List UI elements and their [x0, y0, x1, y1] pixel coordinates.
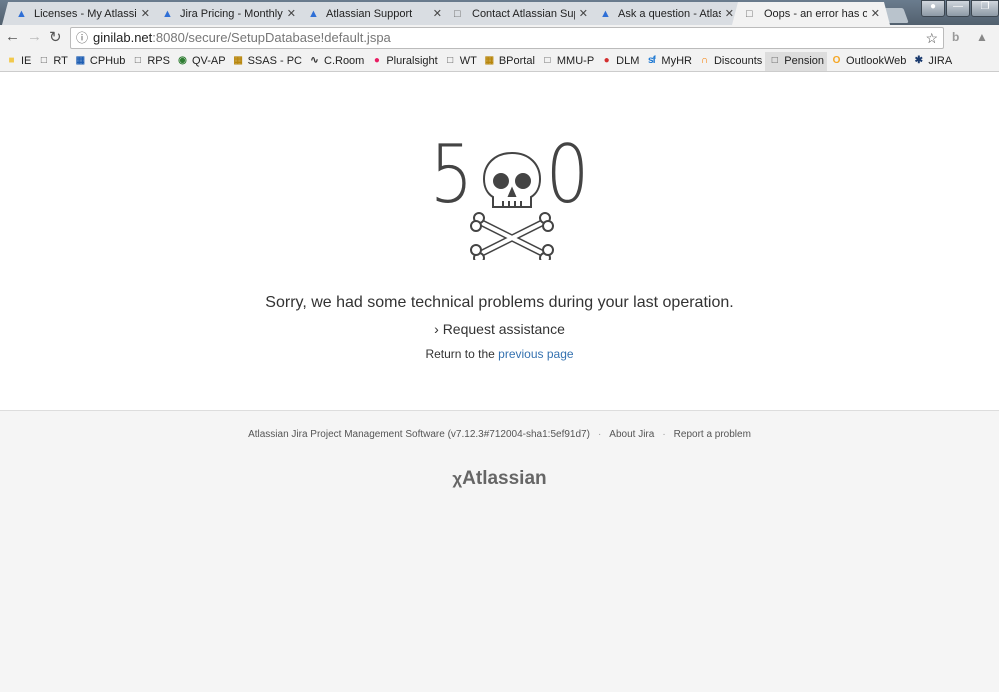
close-tab-icon[interactable]: ✕ — [871, 7, 880, 20]
info-icon[interactable]: ⓘ — [76, 28, 88, 48]
jira-icon: ✱ — [914, 55, 923, 66]
extension-icon[interactable]: b — [952, 30, 959, 44]
bookmark-item[interactable]: ∿ C.Room — [305, 52, 367, 71]
outlook-icon: O — [832, 55, 841, 66]
previous-page-link[interactable]: previous page — [498, 347, 573, 361]
error-500-graphic: 5 0 — [430, 135, 600, 260]
bookmark-item[interactable]: □ MMU-P — [538, 52, 597, 71]
minimize-button[interactable]: — — [946, 0, 970, 17]
browser-tab[interactable]: ▲Licenses - My Atlassian✕ — [2, 2, 160, 25]
about-jira-link[interactable]: About Jira — [609, 429, 654, 440]
qlik-icon: ◉ — [178, 55, 187, 66]
user-icon[interactable]: ● — [921, 0, 945, 17]
close-tab-icon[interactable]: ✕ — [287, 7, 296, 20]
bookmark-item[interactable]: ▦ CPHub — [71, 52, 128, 71]
bookmark-item[interactable]: O OutlookWeb — [827, 52, 909, 71]
skull-crossbones-icon — [470, 151, 554, 260]
reload-button[interactable]: ↻ — [49, 28, 62, 46]
back-button[interactable]: ← — [5, 28, 20, 45]
browser-tab[interactable]: ▲Jira Pricing - Monthly and Annual✕ — [148, 2, 306, 25]
atlassian-icon: ▲ — [16, 7, 27, 20]
bookmark-item[interactable]: ■ IE — [2, 52, 34, 71]
dlm-icon: ● — [603, 55, 610, 66]
report-problem-link[interactable]: Report a problem — [674, 429, 751, 440]
ssas-icon: ▦ — [233, 55, 242, 66]
cphub-icon: ▦ — [75, 55, 85, 66]
browser-tab[interactable]: □Oops - an error has occurred✕ — [732, 2, 890, 25]
error-message: Sorry, we had some technical problems du… — [265, 294, 734, 311]
browser-toolbar: ← → ↻ ⓘ ginilab.net:8080/secure/SetupDat… — [0, 25, 999, 51]
bookmark-item[interactable]: □ RT — [34, 52, 70, 71]
bookmark-item[interactable]: □ RPS — [128, 52, 173, 71]
page-icon: □ — [40, 55, 47, 66]
bookmark-item[interactable]: ● Pluralsight — [367, 52, 440, 71]
page-icon: □ — [447, 55, 453, 66]
atlassian-icon: ▲ — [600, 7, 611, 20]
bookmark-item[interactable]: ● DLM — [597, 52, 642, 71]
close-tab-icon[interactable]: ✕ — [579, 7, 588, 20]
bookmark-item[interactable]: ◉ QV-AP — [173, 52, 229, 71]
close-tab-icon[interactable]: ✕ — [433, 7, 442, 20]
salesforce-icon: sf — [647, 55, 656, 66]
close-tab-icon[interactable]: ✕ — [141, 7, 150, 20]
footer: Atlassian Jira Project Management Softwa… — [248, 429, 751, 440]
folder-icon: ■ — [8, 55, 14, 66]
page-icon: □ — [544, 55, 550, 66]
bookmark-item[interactable]: ∩ Discounts — [695, 52, 765, 71]
bookmark-item[interactable]: ▦ BPortal — [480, 52, 538, 71]
discounts-icon: ∩ — [700, 55, 708, 66]
star-icon[interactable]: ☆ — [925, 28, 938, 48]
page-icon: □ — [454, 7, 461, 20]
bookmark-item[interactable]: ▦ SSAS - PC — [229, 52, 305, 71]
atlassian-icon: ▲ — [308, 7, 319, 20]
browser-tab[interactable]: ▲Ask a question - Atlassian✕ — [586, 2, 744, 25]
bookmarks-bar: ■ IE □ RT ▦ CPHub □ RPS ◉ QV-AP ▦ SSAS - PC ∿ C.Room ●… — [0, 51, 999, 72]
bookmark-item[interactable]: □ Pension — [765, 51, 828, 71]
pulse-icon: ∿ — [310, 55, 318, 66]
bookmark-item[interactable]: sf MyHR — [642, 52, 695, 71]
forward-button[interactable]: → — [27, 28, 42, 45]
return-text: Return to the previous page — [425, 347, 574, 361]
browser-tab[interactable]: □Contact Atlassian Support✕ — [440, 2, 598, 25]
bookmark-item[interactable]: ✱ JIRA — [909, 52, 955, 71]
address-bar[interactable]: ⓘ ginilab.net:8080/secure/SetupDatabase!… — [70, 27, 944, 49]
atlassian-logo: χAtlassian — [452, 468, 547, 489]
close-tab-icon[interactable]: ✕ — [725, 7, 734, 20]
chevron-right-icon: › — [434, 321, 443, 337]
request-assistance-toggle[interactable]: › Request assistance — [0, 321, 999, 337]
pluralsight-icon: ● — [373, 55, 380, 66]
page-icon: □ — [134, 55, 141, 66]
page-icon: □ — [746, 7, 753, 20]
browser-tab[interactable]: ▲ Atlassian Support ✕ — [294, 2, 452, 25]
chevron-up-icon[interactable]: ▲ — [976, 30, 988, 44]
error-page: 5 0 Sorry, we had some technical problem… — [0, 72, 999, 411]
bportal-icon: ▦ — [484, 55, 494, 66]
version-text: Atlassian Jira Project Management Softwa… — [248, 429, 590, 440]
page-icon: □ — [771, 55, 778, 66]
atlassian-icon: ▲ — [162, 7, 173, 20]
atlassian-logo-icon: χ — [452, 469, 463, 488]
restore-button[interactable]: ❐ — [971, 0, 999, 17]
bookmark-item[interactable]: □ WT — [441, 52, 480, 71]
